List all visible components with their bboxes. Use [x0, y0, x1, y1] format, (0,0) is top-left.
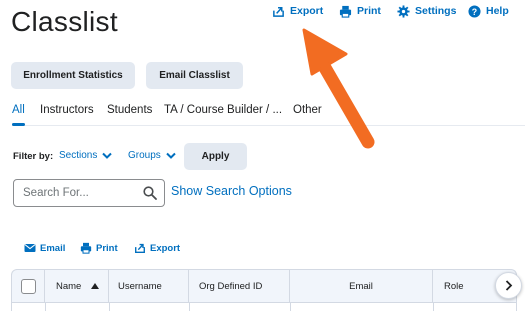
apply-button[interactable]: Apply — [184, 143, 247, 170]
list-print-button[interactable]: Print — [80, 242, 118, 254]
printer-icon — [80, 242, 92, 254]
list-export-button[interactable]: Export — [134, 242, 180, 254]
callout-arrow-icon — [302, 28, 375, 149]
filter-label: Filter by: — [13, 151, 54, 162]
groups-dropdown[interactable]: Groups — [128, 150, 176, 161]
list-export-label: Export — [150, 242, 181, 254]
column-header-email[interactable]: Email — [290, 270, 433, 302]
column-divider — [433, 303, 434, 311]
column-header-org-defined-id[interactable]: Org Defined ID — [189, 270, 290, 302]
chevron-right-icon — [505, 280, 512, 291]
export-label: Export — [290, 5, 324, 17]
sections-dropdown-label: Sections — [59, 150, 98, 161]
classlist-table: Name Username Org Defined ID Email Role — [11, 269, 517, 311]
print-button[interactable]: Print — [339, 5, 381, 18]
svg-text:?: ? — [472, 6, 477, 16]
printer-icon — [339, 5, 352, 18]
column-divider — [109, 303, 110, 311]
help-button[interactable]: ? Help — [468, 4, 509, 18]
tab-instructors[interactable]: Instructors — [40, 104, 94, 116]
email-button[interactable]: Email — [24, 242, 65, 254]
column-divider — [189, 303, 190, 311]
export-icon — [135, 243, 145, 253]
column-divider — [45, 303, 46, 311]
column-header-username[interactable]: Username — [109, 270, 189, 302]
envelope-icon — [24, 244, 36, 252]
page-title: Classlist — [11, 6, 118, 37]
export-button[interactable]: Export — [272, 5, 323, 18]
email-label: Email — [40, 242, 66, 254]
role-tabs: All Instructors Students TA / Course Bui… — [12, 104, 525, 126]
settings-label: Settings — [415, 5, 457, 17]
help-icon: ? — [468, 4, 481, 18]
chevron-down-icon — [102, 152, 113, 159]
show-search-options-link[interactable]: Show Search Options — [171, 184, 292, 198]
settings-button[interactable]: Settings — [397, 4, 457, 18]
tab-ta-course-builder[interactable]: TA / Course Builder / ... — [164, 104, 282, 116]
export-icon — [273, 6, 284, 17]
scroll-right-button[interactable] — [495, 272, 522, 299]
chevron-down-icon — [166, 152, 176, 159]
search-icon[interactable] — [143, 186, 157, 200]
print-label: Print — [357, 5, 381, 17]
tab-all[interactable]: All — [12, 104, 25, 126]
list-print-label: Print — [96, 242, 118, 254]
groups-dropdown-label: Groups — [128, 150, 161, 161]
table-row — [12, 303, 516, 311]
gear-icon — [397, 4, 410, 18]
select-all-header — [12, 270, 45, 302]
tab-students[interactable]: Students — [107, 104, 152, 116]
sections-dropdown[interactable]: Sections — [59, 150, 113, 161]
enrollment-statistics-button[interactable]: Enrollment Statistics — [11, 62, 135, 89]
column-header-name[interactable]: Name — [45, 270, 109, 302]
column-header-name-label: Name — [56, 280, 82, 292]
column-divider — [290, 303, 291, 311]
tab-other[interactable]: Other — [293, 104, 322, 116]
search-input[interactable] — [23, 187, 133, 199]
help-label: Help — [486, 5, 509, 17]
select-all-checkbox[interactable] — [20, 278, 36, 294]
email-classlist-button[interactable]: Email Classlist — [146, 62, 243, 89]
search-box[interactable] — [13, 179, 165, 207]
sort-ascending-icon — [91, 283, 100, 289]
